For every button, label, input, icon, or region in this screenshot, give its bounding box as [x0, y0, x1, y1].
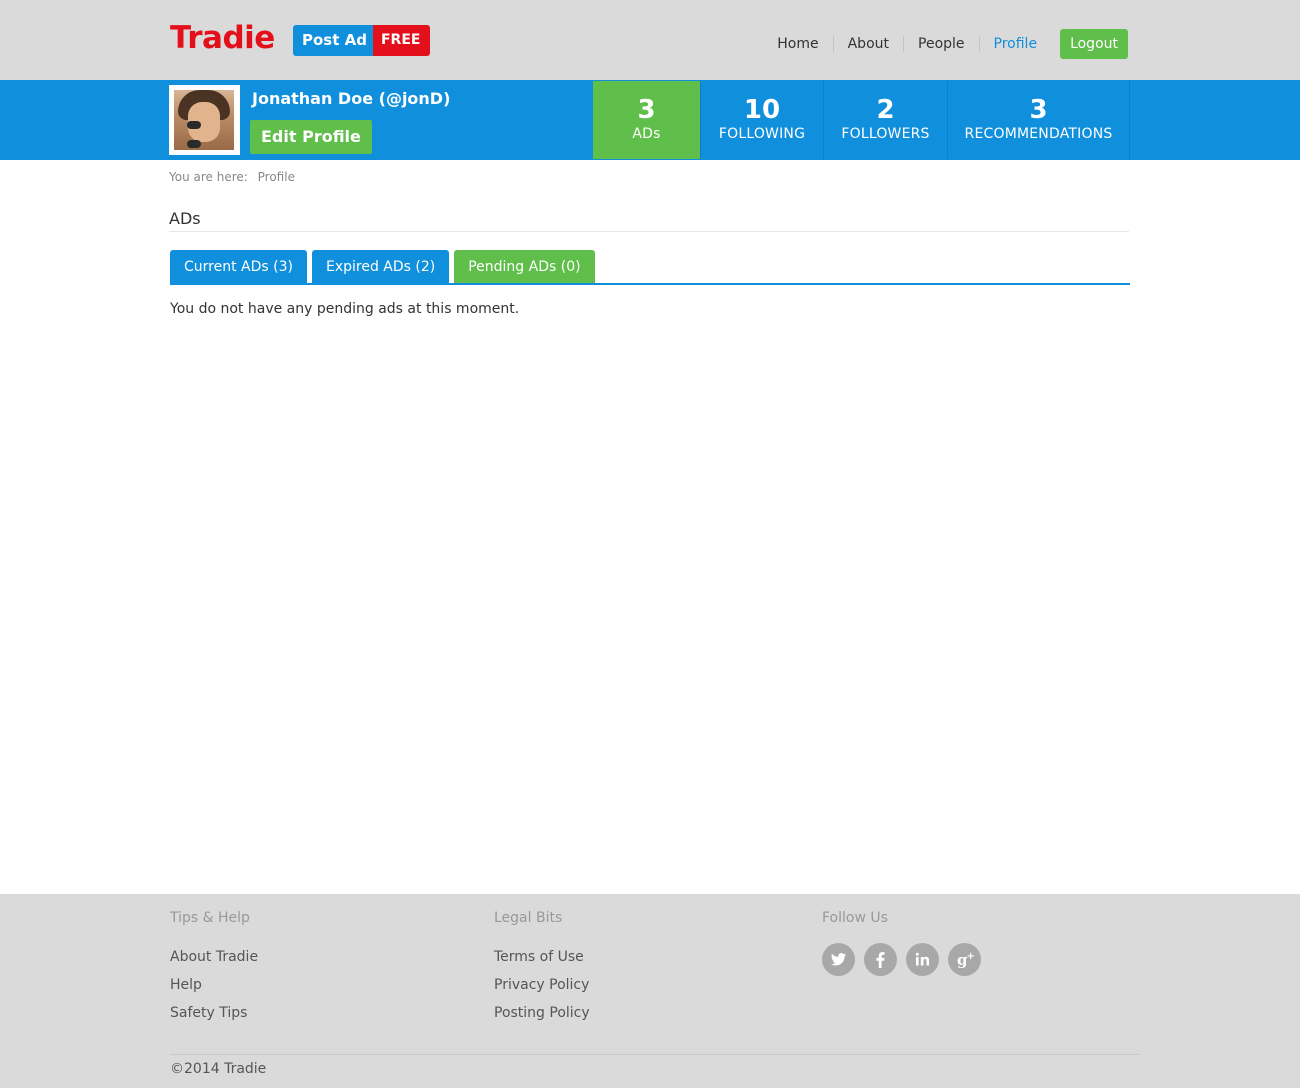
social-icons: g +: [822, 943, 990, 976]
section-divider: [169, 231, 1129, 232]
ads-tabs: Current ADs (3) Expired ADs (2) Pending …: [170, 250, 600, 284]
site-logo[interactable]: Tradie: [170, 20, 275, 56]
footer-link-safety[interactable]: Safety Tips: [170, 999, 258, 1027]
footer-legal: Legal Bits Terms of Use Privacy Policy P…: [494, 910, 590, 1027]
stat-ads-count: 3: [637, 95, 656, 125]
nav-profile[interactable]: Profile: [978, 36, 1052, 52]
breadcrumb-current: Profile: [257, 170, 295, 184]
copyright: ©2014 Tradie: [170, 1061, 267, 1077]
twitter-icon[interactable]: [822, 943, 855, 976]
footer-tips: Tips & Help About Tradie Help Safety Tip…: [170, 910, 258, 1027]
free-badge: FREE: [372, 25, 431, 56]
stat-following-count: 10: [743, 95, 781, 125]
footer: Tips & Help About Tradie Help Safety Tip…: [0, 894, 1300, 1088]
stat-followers-label: FOLLOWERS: [841, 126, 930, 142]
googleplus-icon[interactable]: g +: [948, 943, 981, 976]
stat-recommendations-label: RECOMMENDATIONS: [964, 126, 1113, 142]
footer-link-privacy[interactable]: Privacy Policy: [494, 971, 590, 999]
avatar-photo: [174, 90, 234, 150]
stat-ads-label: ADs: [632, 126, 661, 142]
logout-button[interactable]: Logout: [1060, 29, 1128, 59]
footer-legal-title: Legal Bits: [494, 910, 563, 926]
footer-link-posting[interactable]: Posting Policy: [494, 999, 590, 1027]
nav-home[interactable]: Home: [763, 36, 832, 52]
stat-following-label: FOLLOWING: [718, 126, 806, 142]
facebook-icon[interactable]: [864, 943, 897, 976]
nav-people[interactable]: People: [903, 36, 979, 52]
edit-profile-button[interactable]: Edit Profile: [250, 120, 372, 154]
stat-recommendations[interactable]: 3 RECOMMENDATIONS: [948, 81, 1130, 159]
footer-divider: [170, 1054, 1140, 1055]
tab-current-ads[interactable]: Current ADs (3): [170, 250, 307, 284]
post-ad-button[interactable]: Post Ad FREE: [293, 25, 431, 56]
profile-stats: 3 ADs 10 FOLLOWING 2 FOLLOWERS 3 RECOMME…: [593, 81, 1130, 159]
tab-expired-ads[interactable]: Expired ADs (2): [311, 250, 450, 284]
footer-link-help[interactable]: Help: [170, 971, 258, 999]
stat-ads[interactable]: 3 ADs: [593, 81, 701, 159]
stat-following[interactable]: 10 FOLLOWING: [701, 81, 824, 159]
profile-band: Jonathan Doe (@jonD) Edit Profile 3 ADs …: [0, 80, 1300, 160]
footer-link-about[interactable]: About Tradie: [170, 943, 258, 971]
tab-pending-ads[interactable]: Pending ADs (0): [454, 250, 595, 284]
empty-message: You do not have any pending ads at this …: [170, 301, 520, 317]
breadcrumb: You are here: Profile: [169, 170, 301, 184]
section-title: ADs: [169, 209, 201, 228]
footer-follow: Follow Us g +: [822, 910, 990, 976]
tabs-underline: [170, 283, 1130, 285]
footer-tips-title: Tips & Help: [170, 910, 250, 926]
profile-name: Jonathan Doe (@jonD): [252, 89, 451, 108]
stat-followers-count: 2: [876, 95, 895, 125]
breadcrumb-prefix: You are here:: [169, 170, 248, 184]
svg-text:+: +: [967, 951, 975, 962]
main-nav: Home About People Profile Logout: [763, 29, 1128, 59]
nav-about[interactable]: About: [832, 36, 903, 52]
avatar[interactable]: [169, 85, 240, 155]
post-ad-label: Post Ad: [293, 25, 373, 56]
linkedin-icon[interactable]: [906, 943, 939, 976]
top-header: Tradie Post Ad FREE Home About People Pr…: [0, 0, 1300, 80]
stat-followers[interactable]: 2 FOLLOWERS: [824, 81, 948, 159]
footer-link-terms[interactable]: Terms of Use: [494, 943, 590, 971]
footer-follow-title: Follow Us: [822, 910, 888, 926]
stat-recommendations-count: 3: [1029, 95, 1048, 125]
